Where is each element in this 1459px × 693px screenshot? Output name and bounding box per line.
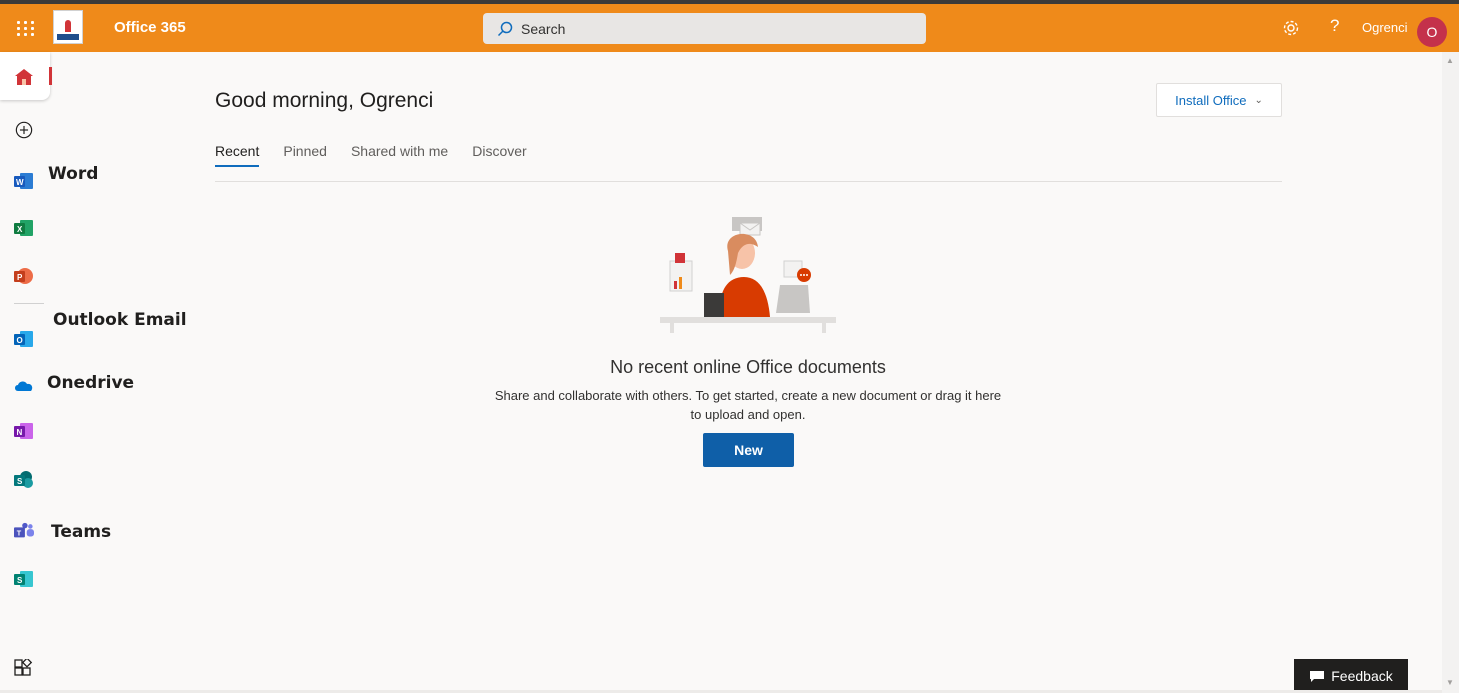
- document-tabs: Recent Pinned Shared with me Discover: [215, 143, 551, 167]
- search-icon: [497, 21, 513, 36]
- rail-item-powerpoint[interactable]: P: [0, 256, 40, 296]
- chevron-down-icon: ⌄: [1254, 94, 1263, 106]
- new-document-button[interactable]: New: [703, 433, 794, 467]
- svg-text:N: N: [17, 428, 23, 437]
- top-bar: Office 365 Search ? Ogrenci O: [0, 0, 1459, 52]
- empty-state-description: Share and collaborate with others. To ge…: [0, 386, 1459, 424]
- search-box[interactable]: Search: [483, 13, 926, 44]
- rail-label-word: Word: [48, 164, 99, 184]
- rail-item-teams[interactable]: T Teams: [0, 511, 120, 551]
- rail-item-sway[interactable]: S: [0, 559, 40, 599]
- greeting-heading: Good morning, Ogrenci: [215, 89, 434, 112]
- empty-state-title: No recent online Office documents: [610, 357, 886, 377]
- svg-text:P: P: [17, 273, 23, 282]
- sway-icon: S: [14, 571, 33, 587]
- rail-item-home[interactable]: [0, 52, 50, 100]
- vertical-scrollbar[interactable]: [1442, 52, 1459, 693]
- scroll-down-arrow-icon[interactable]: ▼: [1446, 678, 1454, 687]
- outlook-icon: O: [14, 331, 33, 347]
- avatar[interactable]: O: [1417, 17, 1447, 47]
- rail-divider: [14, 303, 44, 304]
- svg-text:X: X: [17, 225, 23, 234]
- user-name[interactable]: Ogrenci: [1362, 20, 1408, 35]
- tabs-divider: [215, 181, 1282, 182]
- teams-icon: T: [14, 522, 34, 538]
- svg-text:T: T: [17, 529, 22, 538]
- plus-circle-icon: [15, 121, 33, 139]
- scroll-up-arrow-icon[interactable]: ▲: [1446, 56, 1454, 65]
- rail-item-create[interactable]: [0, 110, 40, 150]
- tab-pinned[interactable]: Pinned: [283, 143, 327, 167]
- rail-item-all-apps[interactable]: [0, 648, 40, 688]
- install-office-button[interactable]: Install Office ⌄: [1156, 83, 1282, 117]
- rail-item-outlook[interactable]: O Outlook Email: [0, 307, 187, 357]
- excel-icon: X: [14, 220, 33, 236]
- help-icon[interactable]: ?: [1330, 16, 1339, 36]
- feedback-label: Feedback: [1331, 668, 1393, 684]
- sharepoint-icon: S: [14, 471, 33, 488]
- active-indicator: [49, 67, 52, 85]
- svg-text:S: S: [17, 576, 23, 585]
- install-office-label: Install Office: [1175, 92, 1247, 108]
- all-apps-icon: [14, 659, 33, 676]
- rail-item-word[interactable]: W Word: [0, 158, 120, 198]
- rail-item-sharepoint[interactable]: S: [0, 460, 40, 500]
- app-title[interactable]: Office 365: [114, 19, 186, 36]
- home-icon: [15, 69, 33, 85]
- svg-text:O: O: [17, 336, 23, 345]
- app-launcher-icon[interactable]: [12, 16, 36, 40]
- svg-text:W: W: [16, 178, 24, 187]
- feedback-button[interactable]: Feedback: [1294, 659, 1408, 693]
- rail-label-teams: Teams: [51, 522, 112, 542]
- feedback-icon: [1310, 671, 1325, 682]
- empty-state-line-1: Share and collaborate with others. To ge…: [494, 388, 1002, 403]
- empty-state-line-2: to upload and open.: [690, 407, 806, 422]
- search-placeholder: Search: [521, 20, 566, 37]
- powerpoint-icon: P: [14, 268, 33, 284]
- settings-gear-icon[interactable]: [1282, 19, 1300, 37]
- word-icon: W: [14, 173, 33, 189]
- rail-item-excel[interactable]: X: [0, 208, 40, 248]
- tab-discover[interactable]: Discover: [472, 143, 526, 167]
- onenote-icon: N: [14, 423, 33, 439]
- tab-recent[interactable]: Recent: [215, 143, 260, 167]
- organization-logo[interactable]: [53, 10, 83, 44]
- svg-text:S: S: [17, 477, 23, 486]
- tab-shared-with-me[interactable]: Shared with me: [351, 143, 448, 167]
- rail-label-outlook: Outlook Email: [53, 310, 187, 330]
- empty-state-illustration: [660, 217, 836, 333]
